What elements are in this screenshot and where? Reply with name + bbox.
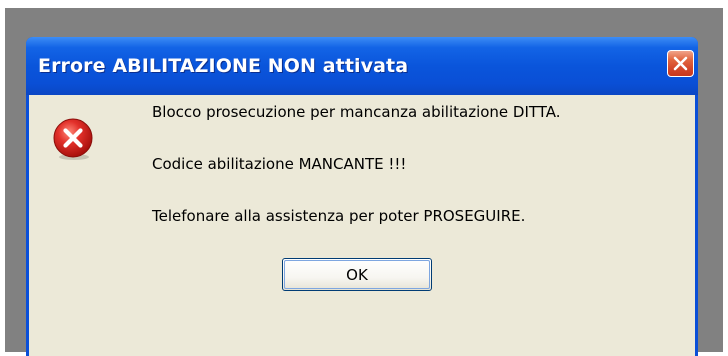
dialog-body — [29, 95, 695, 356]
message-line-2: Codice abilitazione MANCANTE !!! — [152, 155, 407, 173]
error-icon — [53, 118, 93, 160]
error-dialog: Errore ABILITAZIONE NON attivata Blocco … — [26, 37, 698, 356]
title-bar[interactable]: Errore ABILITAZIONE NON attivata — [26, 37, 698, 95]
ok-button[interactable]: OK — [282, 258, 432, 291]
message-line-3: Telefonare alla assistenza per poter PRO… — [152, 207, 526, 225]
dialog-title: Errore ABILITAZIONE NON attivata — [38, 55, 409, 77]
ok-button-label: OK — [284, 260, 430, 289]
message-line-1: Blocco prosecuzione per mancanza abilita… — [152, 103, 561, 121]
close-button[interactable] — [667, 50, 694, 77]
close-icon — [673, 56, 688, 71]
